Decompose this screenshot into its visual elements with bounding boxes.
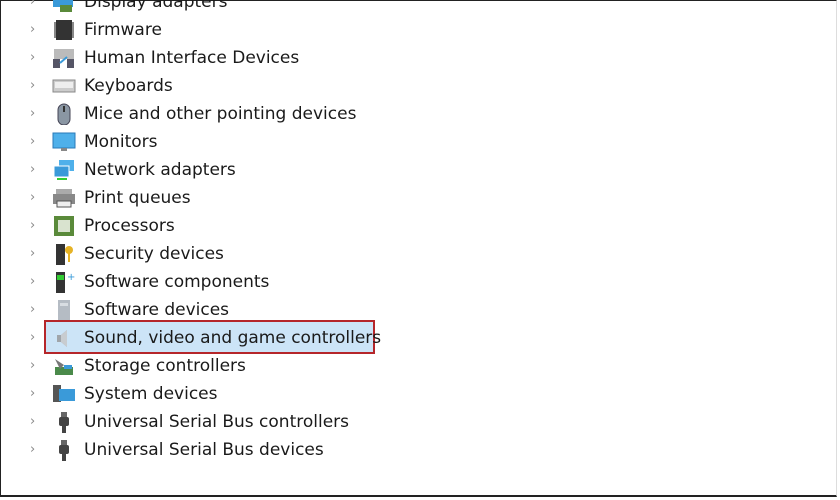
usb-icon bbox=[59, 412, 69, 433]
tree-item-label: Display adapters bbox=[84, 0, 228, 12]
tree-item[interactable]: › Print queues bbox=[0, 184, 840, 212]
speaker-icon bbox=[57, 330, 67, 347]
tree-item-label: Universal Serial Bus devices bbox=[84, 440, 324, 460]
tree-item[interactable]: › Processors bbox=[0, 212, 840, 240]
chevron-right-icon[interactable]: › bbox=[30, 156, 40, 184]
monitor-icon bbox=[52, 132, 76, 151]
tree-item-label: Print queues bbox=[84, 188, 191, 208]
tree-item[interactable]: › Monitors bbox=[0, 128, 840, 156]
software-device-icon bbox=[58, 300, 70, 321]
tree-item[interactable]: › Mice and other pointing devices bbox=[0, 100, 840, 128]
tree-item[interactable]: › Network adapters bbox=[0, 156, 840, 184]
chevron-right-icon[interactable]: › bbox=[30, 324, 40, 352]
software-component-icon: + bbox=[56, 272, 75, 293]
tree-item-label: Human Interface Devices bbox=[84, 48, 300, 68]
display-adapter-icon bbox=[53, 0, 73, 12]
tree-item[interactable]: › + Software components bbox=[0, 268, 840, 296]
network-icon bbox=[53, 160, 74, 180]
usb-icon bbox=[59, 440, 69, 461]
tree-item-label: System devices bbox=[84, 384, 218, 404]
device-tree: › Display adapters › Firmware › Human Interfa… bbox=[0, 0, 840, 464]
storage-icon bbox=[55, 359, 73, 375]
tree-item-label: Monitors bbox=[84, 132, 158, 152]
tree-item-label: Firmware bbox=[84, 20, 162, 40]
tree-item[interactable]: › Universal Serial Bus devices bbox=[0, 436, 840, 464]
tree-item-label: Processors bbox=[84, 216, 175, 236]
chevron-right-icon[interactable]: › bbox=[30, 380, 40, 408]
chevron-right-icon[interactable]: › bbox=[30, 352, 40, 380]
chevron-right-icon[interactable]: › bbox=[30, 408, 40, 436]
chevron-right-icon[interactable]: › bbox=[30, 44, 40, 72]
tree-item[interactable]: › Keyboards bbox=[0, 72, 840, 100]
tree-item[interactable]: › Firmware bbox=[0, 16, 840, 44]
chevron-right-icon[interactable]: › bbox=[30, 0, 40, 16]
tree-item[interactable]: › Sound, video and game controllers bbox=[0, 320, 840, 354]
tree-item[interactable]: › Storage controllers bbox=[0, 352, 840, 380]
tree-item-label: Security devices bbox=[84, 244, 224, 264]
hid-icon bbox=[53, 49, 74, 68]
chevron-right-icon[interactable]: › bbox=[30, 212, 40, 240]
mouse-icon bbox=[57, 103, 71, 125]
tree-item-label: Sound, video and game controllers bbox=[84, 328, 382, 348]
tree-item-label: Storage controllers bbox=[84, 356, 246, 376]
tree-item[interactable]: › System devices bbox=[0, 380, 840, 408]
printer-icon bbox=[53, 189, 75, 208]
security-key-icon bbox=[56, 244, 73, 265]
chevron-right-icon[interactable]: › bbox=[30, 268, 40, 296]
tree-item-label: Universal Serial Bus controllers bbox=[84, 412, 350, 432]
tree-item-label: Software components bbox=[84, 272, 270, 292]
chevron-right-icon[interactable]: › bbox=[30, 128, 40, 156]
chevron-right-icon[interactable]: › bbox=[30, 100, 40, 128]
tree-item[interactable]: › Human Interface Devices bbox=[0, 44, 840, 72]
chevron-right-icon[interactable]: › bbox=[30, 436, 40, 464]
processor-icon bbox=[54, 216, 74, 236]
svg-text:+: + bbox=[67, 272, 75, 283]
tree-item-label: Mice and other pointing devices bbox=[84, 104, 357, 124]
chevron-right-icon[interactable]: › bbox=[30, 240, 40, 268]
chevron-right-icon[interactable]: › bbox=[30, 16, 40, 44]
system-icon bbox=[53, 385, 75, 402]
chevron-right-icon[interactable]: › bbox=[30, 296, 40, 324]
tree-item[interactable]: › Universal Serial Bus controllers bbox=[0, 408, 840, 436]
chevron-right-icon[interactable]: › bbox=[30, 72, 40, 100]
firmware-chip-icon bbox=[54, 20, 74, 40]
keyboard-icon bbox=[52, 79, 76, 93]
chevron-right-icon[interactable]: › bbox=[30, 184, 40, 212]
tree-item-label: Network adapters bbox=[84, 160, 236, 180]
tree-item[interactable]: › Security devices bbox=[0, 240, 840, 268]
tree-item[interactable]: › Display adapters bbox=[0, 0, 840, 16]
tree-item-label: Keyboards bbox=[84, 76, 173, 96]
